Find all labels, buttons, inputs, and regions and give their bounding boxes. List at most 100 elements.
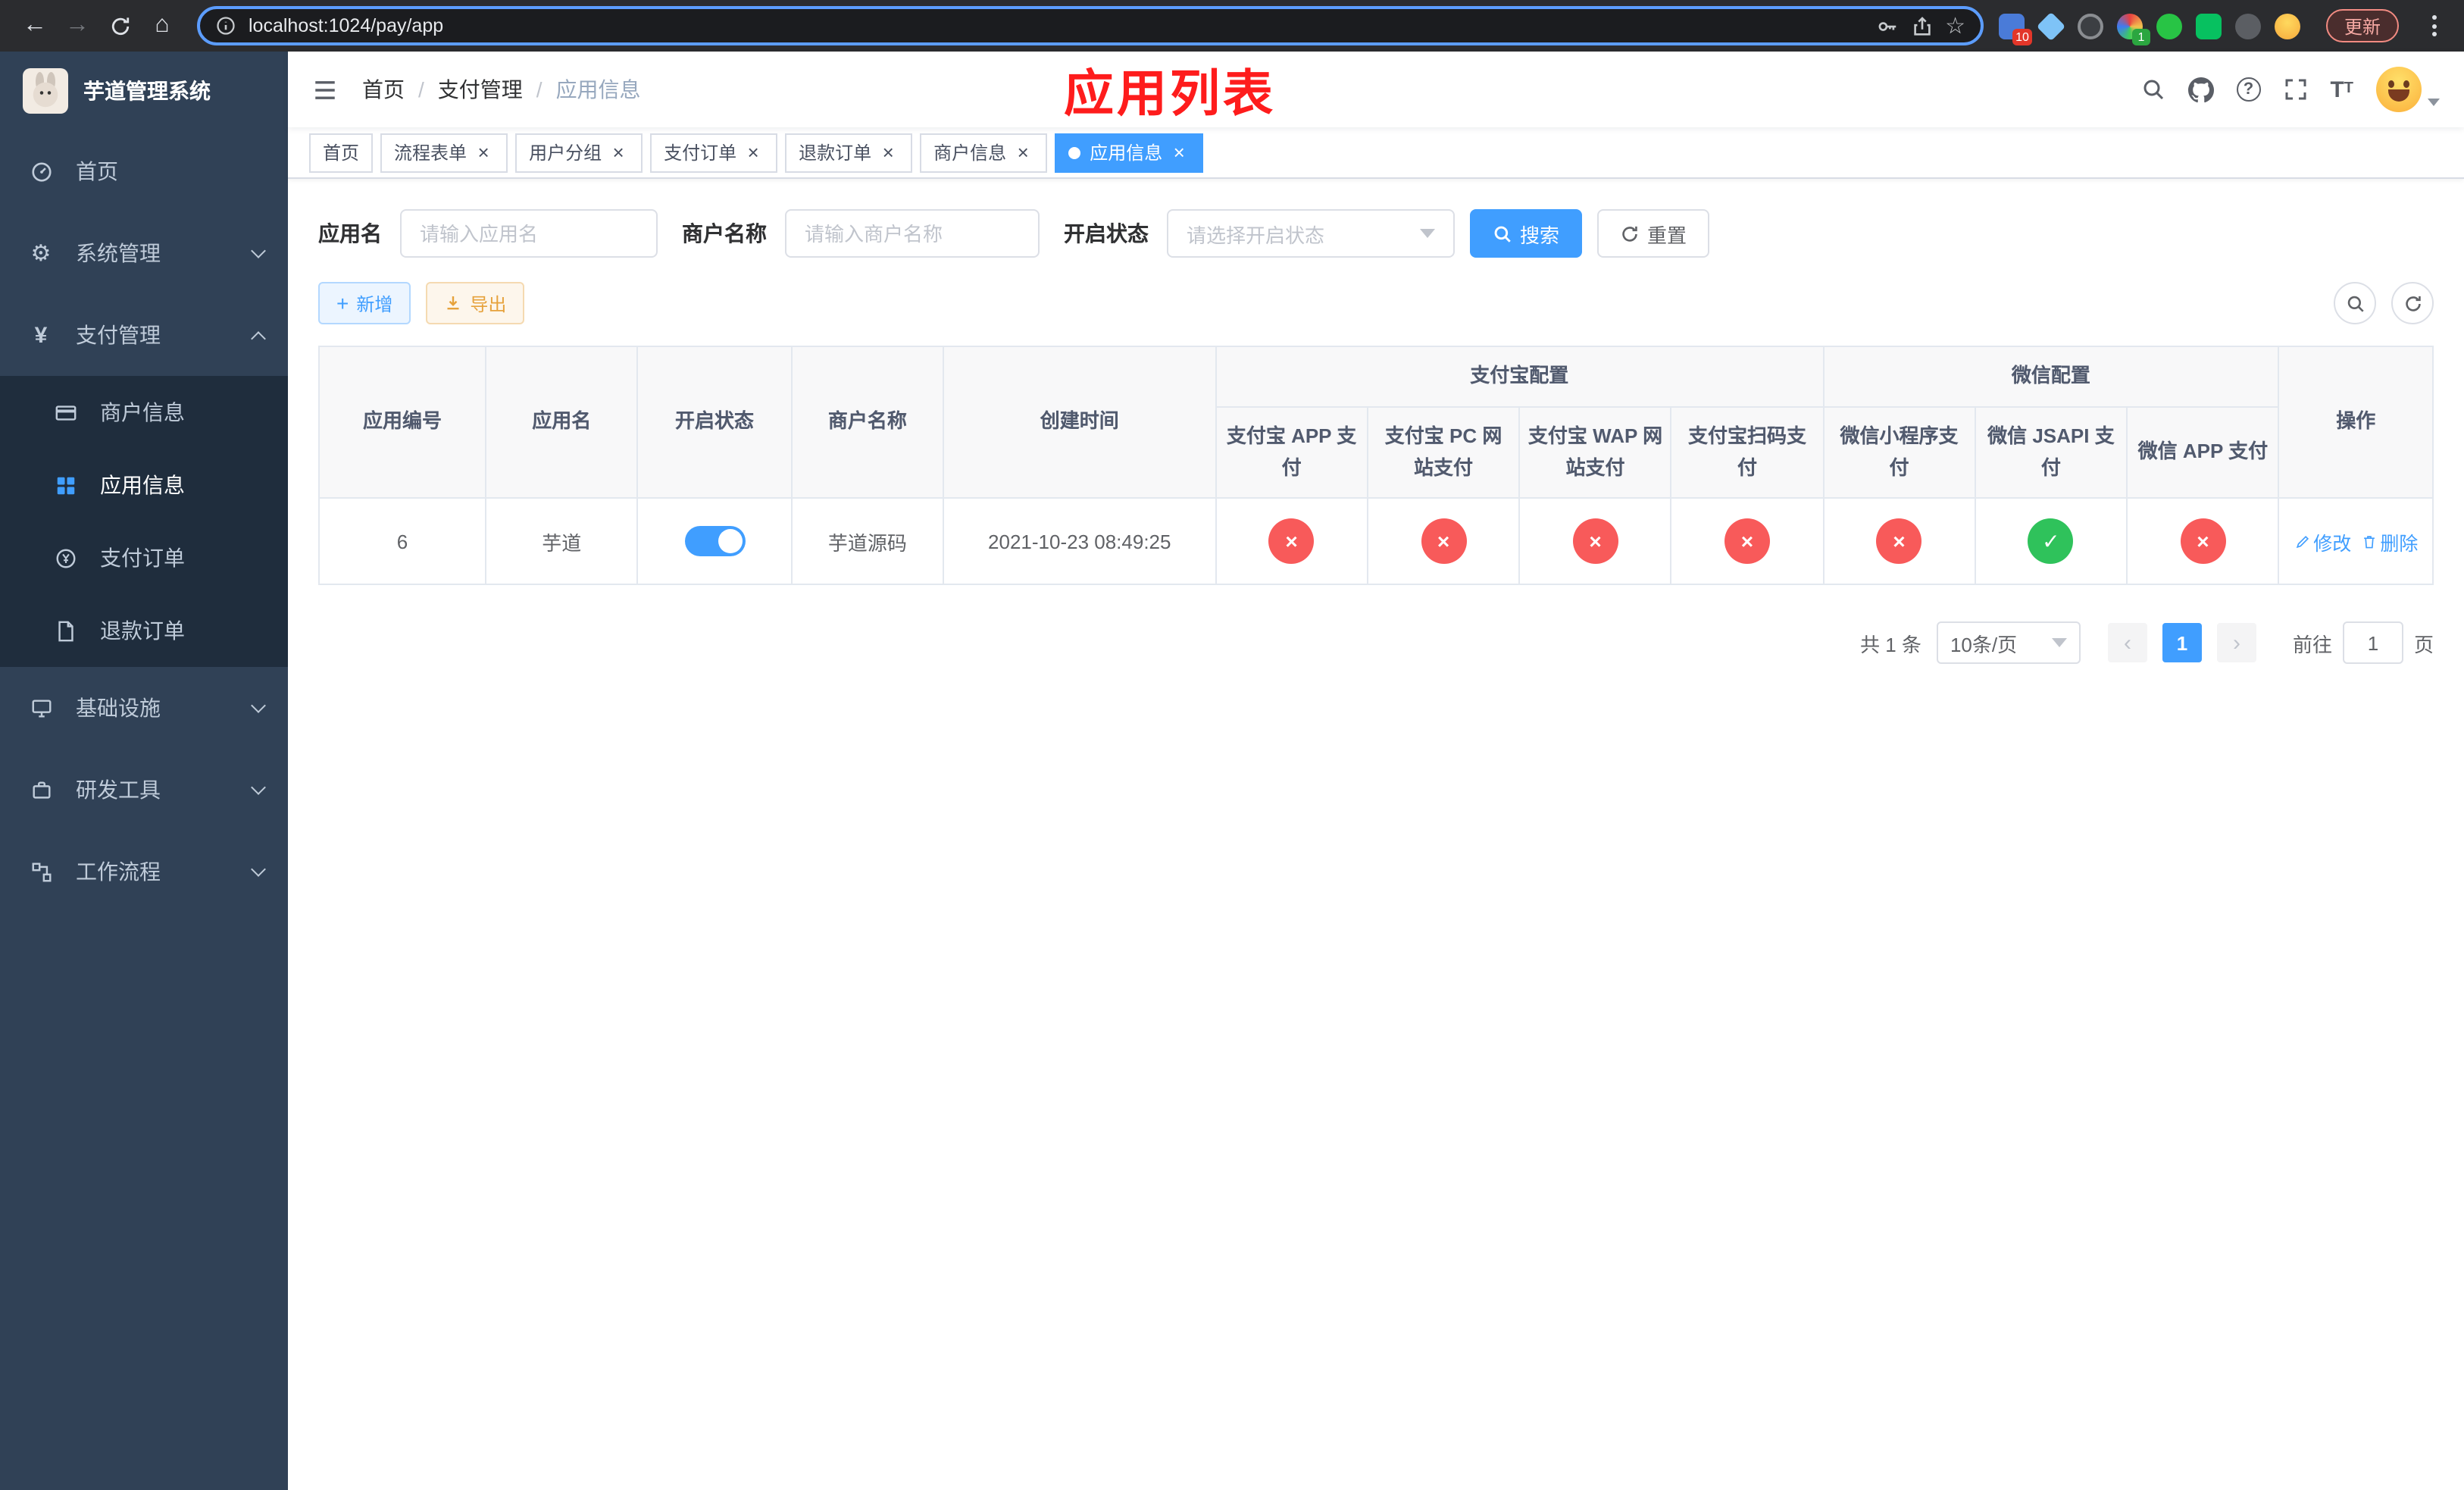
tab-label: 应用信息 [1090,142,1163,164]
search-button[interactable]: 搜索 [1470,209,1583,258]
close-icon[interactable]: × [1168,142,1190,163]
edit-link[interactable]: 修改 [2294,527,2351,556]
next-page-button[interactable]: › [2216,623,2256,663]
tab-label: 支付订单 [664,142,737,164]
cell-status [636,497,793,586]
breadcrumb-item-home[interactable]: 首页 [362,74,405,105]
extension-icon-4[interactable]: 1 [2116,13,2150,45]
merchant-name-input[interactable] [785,209,1040,258]
col-header-app-name: 应用名 [484,345,639,499]
browser-forward-button[interactable]: → [58,6,97,45]
sidebar-item-home[interactable]: 首页 [0,130,288,212]
goto-page-input[interactable] [2342,621,2403,665]
config-status-icon: × [1876,518,1922,565]
tab-home[interactable]: 首页 [309,133,374,172]
status-select[interactable]: 请选择开启状态 [1167,209,1455,258]
page-size-select[interactable]: 10条/页 [1936,621,2081,665]
address-bar[interactable]: localhost:1024/pay/app ☆ [197,6,1984,45]
status-select-placeholder: 请选择开启状态 [1187,224,1325,246]
tags-view-bar: 首页 流程表单 × 用户分组 × 支付订单 × 退款订单 × 商户信息 × 应用信息 × [288,127,2464,179]
tab-merchant-info[interactable]: 商户信息 × [920,133,1048,172]
app-name-input[interactable] [400,209,658,258]
col-header-wechat-app: 微信 APP 支付 [2126,405,2280,499]
sidebar-item-merchant-info[interactable]: 商户信息 [0,376,288,449]
profile-avatar-icon[interactable] [2274,13,2300,39]
user-menu[interactable] [2376,67,2440,112]
tab-app-info[interactable]: 应用信息 × [1055,133,1204,172]
toggle-search-button[interactable] [2334,282,2376,324]
sidebar-item-payment[interactable]: ¥ 支付管理 [0,294,288,376]
sidebar-item-label: 系统管理 [76,241,161,265]
tab-process-form[interactable]: 流程表单 × [380,133,508,172]
breadcrumb-separator: / [418,77,424,102]
trash-icon [2363,536,2375,549]
sidebar-item-workflow[interactable]: 工作流程 [0,831,288,912]
add-button[interactable]: + 新增 [318,282,411,324]
config-status-icon: ✓ [2028,518,2074,565]
tab-pay-order[interactable]: 支付订单 × [650,133,778,172]
close-icon[interactable]: × [608,142,629,163]
site-info-icon[interactable] [215,15,236,36]
chevron-down-icon [251,862,266,877]
tab-refund-order[interactable]: 退款订单 × [785,133,913,172]
yen-icon: ¥ [34,322,48,348]
reset-button-label: 重置 [1647,224,1687,246]
col-header-status: 开启状态 [636,345,793,499]
font-size-icon[interactable]: TT [2330,78,2353,101]
sidebar-item-dev-tools[interactable]: 研发工具 [0,749,288,831]
sidebar-item-infrastructure[interactable]: 基础设施 [0,667,288,749]
export-button[interactable]: 导出 [426,282,525,324]
breadcrumb-item-payment[interactable]: 支付管理 [438,74,523,105]
search-button-label: 搜索 [1520,224,1560,246]
bookmark-star-icon[interactable]: ☆ [1945,12,1965,39]
reset-button[interactable]: 重置 [1597,209,1710,258]
col-header-alipay-pc: 支付宝 PC 网站支付 [1366,405,1521,499]
close-icon[interactable]: × [1012,142,1033,163]
share-icon[interactable] [1910,14,1933,37]
github-icon[interactable] [2187,77,2214,102]
config-status-icon: × [1572,518,1618,565]
extension-icon-5[interactable] [2156,13,2182,39]
search-icon[interactable] [2140,77,2165,102]
extension-icon-2[interactable] [2036,11,2066,41]
password-key-icon[interactable] [1875,14,1898,37]
user-avatar [2376,67,2422,112]
pagination: 共 1 条 10条/页 ‹ 1 › 前往 页 [318,621,2434,665]
add-button-label: 新增 [356,293,393,315]
url-text[interactable]: localhost:1024/pay/app [249,15,443,36]
browser-home-button[interactable]: ⌂ [142,6,182,45]
page-number-1[interactable]: 1 [2162,623,2202,663]
sidebar-toggle-button[interactable] [312,77,338,102]
browser-reload-button[interactable] [100,6,139,45]
sidebar-logo-row[interactable]: 芋道管理系统 [0,52,288,130]
col-header-actions: 操作 [2278,345,2434,499]
tab-user-group[interactable]: 用户分组 × [515,133,643,172]
extension-icon-1[interactable]: 10 [1998,13,2032,45]
active-dot [1068,146,1081,158]
sidebar-item-pay-order[interactable]: 支付订单 [0,521,288,594]
close-icon[interactable]: × [877,142,899,163]
status-toggle[interactable] [684,526,746,557]
sidebar-item-app-info[interactable]: 应用信息 [0,449,288,521]
extension-icon-3[interactable] [2077,13,2103,39]
cell-app-id: 6 [318,497,486,586]
close-icon[interactable]: × [743,142,764,163]
delete-link[interactable]: 删除 [2360,527,2418,556]
browser-update-button[interactable]: 更新 [2325,9,2399,42]
close-icon[interactable]: × [473,142,494,163]
browser-back-button[interactable]: ← [15,6,55,45]
refresh-table-button[interactable] [2391,282,2434,324]
fullscreen-icon[interactable] [2283,77,2307,102]
browser-menu-button[interactable] [2422,9,2446,42]
workflow-icon [24,860,58,883]
col-header-alipay-qr: 支付宝扫码支付 [1670,405,1825,499]
extension-icon-6[interactable] [2195,13,2222,39]
search-icon [1494,225,1511,242]
prev-page-button[interactable]: ‹ [2107,623,2147,663]
sidebar-item-refund-order[interactable]: 退款订单 [0,594,288,667]
sidebar-item-system[interactable]: ⚙ 系统管理 [0,212,288,294]
extension-icon-7[interactable] [2234,13,2261,39]
main-area: 首页 / 支付管理 / 应用信息 应用列表 ? T T 首页 流程表单 × 用户… [288,52,2464,1490]
sidebar-item-label: 应用信息 [100,473,185,497]
help-icon[interactable]: ? [2236,77,2261,102]
